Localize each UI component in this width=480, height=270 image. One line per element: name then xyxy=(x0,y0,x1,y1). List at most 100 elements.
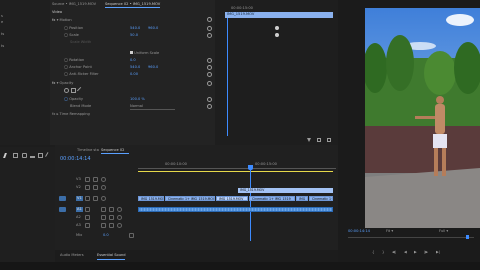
reset-icon[interactable] xyxy=(207,65,212,70)
project-item[interactable]: s xyxy=(1,14,3,19)
eye-icon[interactable] xyxy=(101,196,106,201)
step-forward-icon[interactable]: |▶ xyxy=(424,250,428,255)
resolution-dropdown[interactable]: Full ▾ xyxy=(439,229,448,234)
track-area[interactable]: IMG_1519.MOV IMG_1519.MOV Cinematic 1+ I… xyxy=(138,177,333,242)
filter-icon[interactable] xyxy=(307,138,311,142)
mix-value[interactable]: 0.0 xyxy=(103,233,109,238)
solo-button[interactable] xyxy=(109,223,114,228)
mute-button[interactable] xyxy=(101,215,106,220)
property-position[interactable]: ◯ Position xyxy=(64,26,83,31)
lock-icon[interactable] xyxy=(85,215,90,220)
property-rotation[interactable]: ◯ Rotation xyxy=(64,58,84,63)
property-scale[interactable]: ◯ Scale xyxy=(64,33,79,38)
razor-tool-icon[interactable] xyxy=(30,153,35,158)
lock-icon[interactable] xyxy=(85,185,90,190)
pen-mask-icon[interactable] xyxy=(76,86,85,95)
ellipse-mask-icon[interactable] xyxy=(64,88,69,93)
source-patch[interactable] xyxy=(59,207,66,212)
timeline-timecode[interactable]: 00:00:14:14 xyxy=(60,157,91,162)
chevron-down-icon[interactable]: ▾ xyxy=(57,81,59,85)
uniform-scale-checkbox[interactable] xyxy=(130,51,133,54)
keyframe-icon[interactable] xyxy=(275,26,279,30)
anchor-y-value[interactable]: 960.0 xyxy=(148,65,158,70)
play-icon[interactable]: ▶ xyxy=(414,250,417,255)
uniform-scale[interactable]: Uniform Scale xyxy=(130,51,159,56)
tab-audio-meters[interactable]: Audio Meters xyxy=(60,253,84,258)
property-anti-flicker[interactable]: ◯ Anti-flicker Filter xyxy=(64,72,99,77)
mute-button[interactable] xyxy=(101,207,106,212)
anti-flicker-value[interactable]: 0.00 xyxy=(130,72,138,77)
reset-icon[interactable] xyxy=(207,17,212,22)
video-clip[interactable]: IMG xyxy=(296,196,308,201)
reset-icon[interactable] xyxy=(207,26,212,31)
time-ruler[interactable] xyxy=(138,168,336,169)
lock-icon[interactable] xyxy=(85,207,90,212)
eye-icon[interactable] xyxy=(101,185,106,190)
selection-tool-icon[interactable] xyxy=(3,153,10,158)
program-video-frame[interactable] xyxy=(365,8,480,228)
stopwatch-icon[interactable]: ◯ xyxy=(64,97,68,101)
lock-icon[interactable] xyxy=(85,196,90,201)
stopwatch-icon[interactable]: ◯ xyxy=(64,33,68,37)
playhead-bar[interactable] xyxy=(348,237,474,238)
stopwatch-icon[interactable]: ◯ xyxy=(64,58,68,62)
audio-clip[interactable] xyxy=(138,207,333,212)
chevron-right-icon[interactable]: ▸ xyxy=(57,112,59,116)
video-clip[interactable]: IMG_1519.MOV xyxy=(138,196,164,201)
eye-icon[interactable] xyxy=(101,177,106,182)
sync-lock-icon[interactable] xyxy=(93,177,98,182)
pen-tool-icon[interactable] xyxy=(45,152,52,159)
step-back-icon[interactable]: ◀ xyxy=(404,250,407,255)
track-select-tool-icon[interactable] xyxy=(13,153,18,158)
reset-icon[interactable] xyxy=(207,72,212,77)
export-icon[interactable] xyxy=(317,138,321,142)
reset-icon[interactable] xyxy=(207,58,212,63)
slip-tool-icon[interactable] xyxy=(38,153,43,158)
reset-icon[interactable] xyxy=(207,81,212,86)
anchor-x-value[interactable]: 540.0 xyxy=(130,65,140,70)
program-timecode[interactable]: 00:00:14:14 xyxy=(348,229,370,234)
stopwatch-icon[interactable]: ◯ xyxy=(64,26,68,30)
clip-menu-icon[interactable] xyxy=(327,138,331,142)
video-clip[interactable]: Cinematic 1+ xyxy=(309,196,333,201)
project-item[interactable]: e xyxy=(1,20,3,25)
go-to-in-icon[interactable]: ◀| xyxy=(392,250,396,255)
tab-essential-sound[interactable]: Essential Sound xyxy=(97,253,126,258)
reset-icon[interactable] xyxy=(207,97,212,102)
project-item[interactable]: ts xyxy=(1,44,4,49)
solo-button[interactable] xyxy=(109,207,114,212)
video-clip[interactable]: Cinematic 1+ IMG_1519.MOV xyxy=(165,196,215,201)
video-clip[interactable]: Cinematic 1+ IMG_1519 xyxy=(249,196,295,201)
mic-icon[interactable] xyxy=(117,215,122,220)
sync-lock-icon[interactable] xyxy=(93,185,98,190)
keyframe-icon[interactable] xyxy=(275,33,279,37)
mark-out-icon[interactable]: } xyxy=(382,250,384,255)
property-anchor-point[interactable]: ◯ Anchor Point xyxy=(64,65,92,70)
position-x-value[interactable]: 540.0 xyxy=(130,26,140,31)
reset-icon[interactable] xyxy=(207,33,212,38)
reset-icon[interactable] xyxy=(207,104,212,109)
project-item[interactable]: ts xyxy=(1,32,4,37)
mark-in-icon[interactable]: { xyxy=(372,250,374,255)
rectangle-mask-icon[interactable] xyxy=(71,88,76,93)
solo-button[interactable] xyxy=(109,215,114,220)
property-opacity[interactable]: ◯ Opacity xyxy=(64,97,83,102)
ripple-tool-icon[interactable] xyxy=(22,153,27,158)
mix-end-icon[interactable] xyxy=(129,233,134,238)
video-clip-selected[interactable]: IMG_1519.MOV xyxy=(216,196,248,201)
tab-timeline-inactive[interactable]: Timeline sta xyxy=(77,148,99,153)
work-area-bar[interactable] xyxy=(138,171,333,172)
fx-opacity[interactable]: fx ▾ Opacity xyxy=(52,81,73,86)
lock-icon[interactable] xyxy=(85,177,90,182)
rotation-value[interactable]: 0.0 xyxy=(130,58,136,63)
opacity-value[interactable]: 100.0 % xyxy=(130,97,145,102)
stopwatch-icon[interactable]: ◯ xyxy=(64,65,68,69)
mini-timeline-clip[interactable]: IMG_1519.MOV xyxy=(225,12,333,18)
lock-icon[interactable] xyxy=(85,223,90,228)
blend-mode-dropdown[interactable]: Normal xyxy=(130,104,175,110)
fit-dropdown[interactable]: Fit ▾ xyxy=(386,229,393,234)
mute-button[interactable] xyxy=(101,223,106,228)
video-clip-v2[interactable]: IMG_1519.MOV xyxy=(238,188,333,193)
source-patch[interactable] xyxy=(59,196,66,201)
source-label[interactable]: Source • IMG_1519.MOV xyxy=(52,2,96,7)
